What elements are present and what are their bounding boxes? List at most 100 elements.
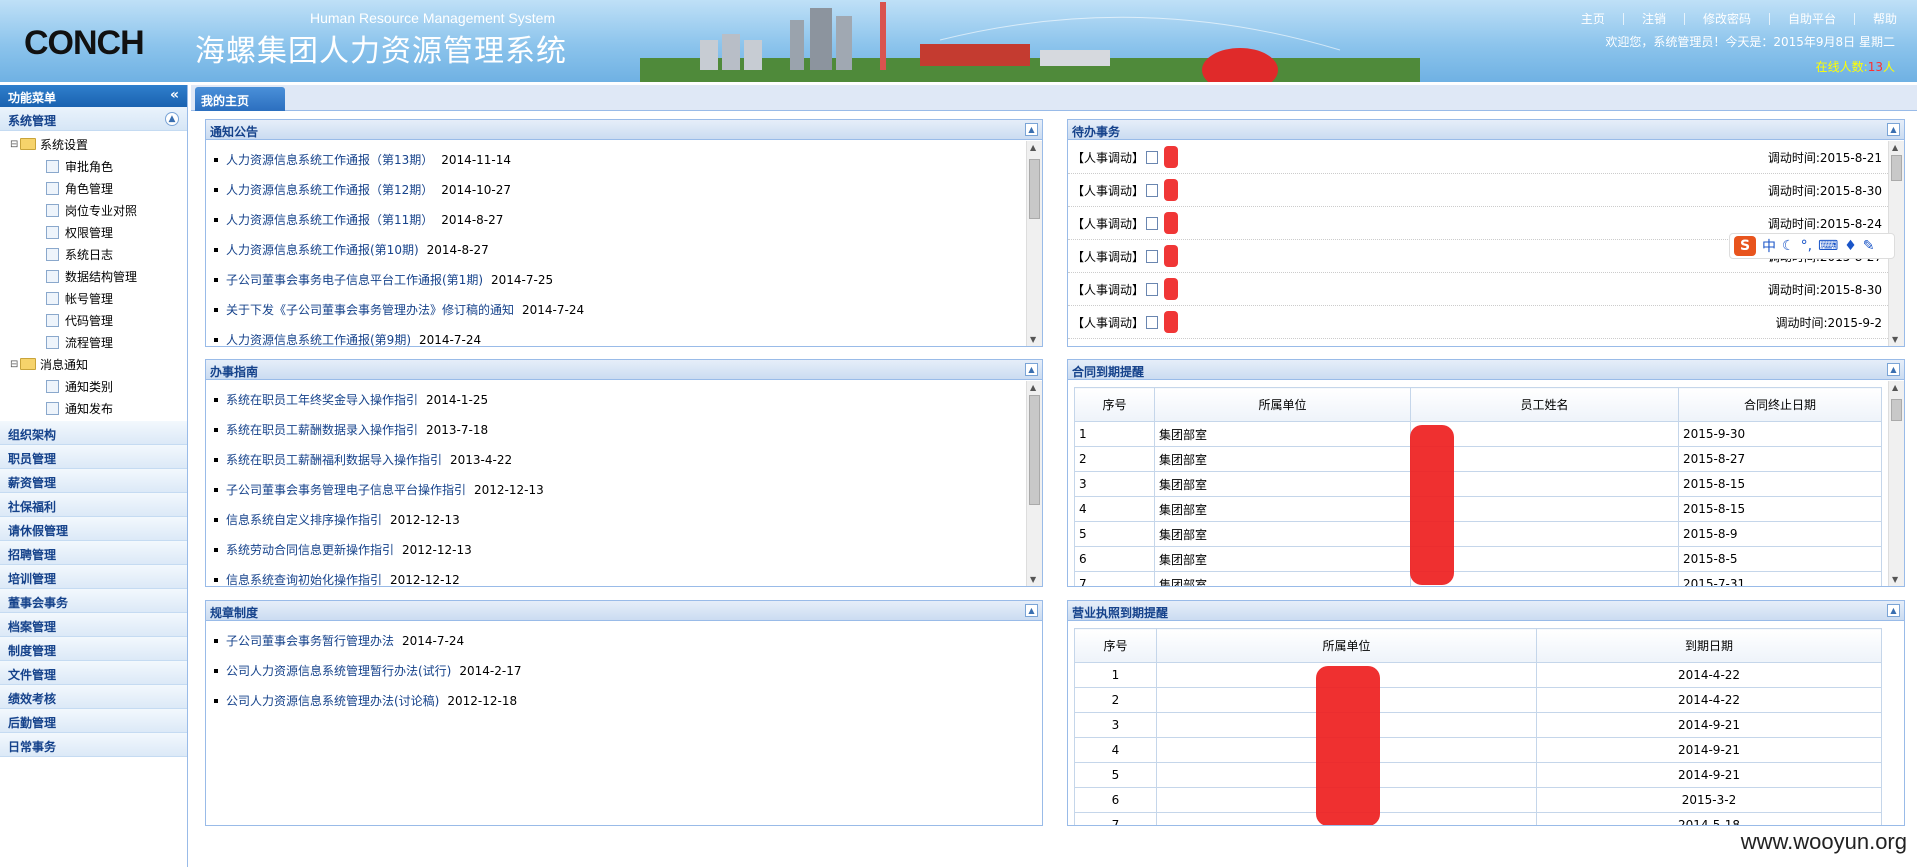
sidebar-section[interactable]: 职员管理 bbox=[0, 445, 187, 469]
sidebar-section[interactable]: 培训管理 bbox=[0, 565, 187, 589]
scroll-down-icon[interactable]: ▼ bbox=[1030, 575, 1036, 584]
sidebar-section[interactable]: 薪资管理 bbox=[0, 469, 187, 493]
table-row[interactable]: 1 集团部室 2015-9-30 bbox=[1074, 421, 1882, 447]
collapse-sidebar-icon[interactable]: « bbox=[170, 87, 179, 103]
todo-row[interactable]: 【人事调动】 调动时间:2015-8-30 bbox=[1068, 273, 1904, 306]
tree-folder-settings[interactable]: ⊟ 系统设置 bbox=[6, 133, 187, 155]
keyboard-icon[interactable]: ⌨ bbox=[1818, 238, 1838, 254]
scroll-up-icon[interactable]: ▲ bbox=[1892, 383, 1898, 392]
table-row[interactable]: 7 集团部室 2015-7-31 bbox=[1074, 571, 1882, 586]
table-row[interactable]: 6 2015-3-2 bbox=[1074, 787, 1882, 813]
table-row[interactable]: 3 集团部室 2015-8-15 bbox=[1074, 471, 1882, 497]
table-row[interactable]: 3 2014-9-21 bbox=[1074, 712, 1882, 738]
home-link[interactable]: 主页 bbox=[1581, 10, 1605, 27]
todo-row[interactable]: 【人事调动】 调动时间:2015-9-2 bbox=[1068, 306, 1904, 339]
collapse-panel-icon[interactable]: ▲ bbox=[1025, 363, 1038, 376]
sidebar-section[interactable]: 社保福利 bbox=[0, 493, 187, 517]
panel-header: 办事指南 ▲ bbox=[206, 360, 1042, 380]
table-row[interactable]: 4 2014-9-21 bbox=[1074, 737, 1882, 763]
todo-row[interactable]: 【人事调动】 调动时间:2015-8-30 bbox=[1068, 174, 1904, 207]
collapse-panel-icon[interactable]: ▲ bbox=[1887, 604, 1900, 617]
list-item[interactable]: 子公司董事会事务管理电子信息平台操作指引 2012-12-13 bbox=[212, 475, 1042, 505]
list-item[interactable]: 人力资源信息系统工作通报(第10期) 2014-8-27 bbox=[212, 235, 1042, 265]
tree-item[interactable]: 代码管理 bbox=[6, 309, 187, 331]
scroll-down-icon[interactable]: ▼ bbox=[1892, 575, 1898, 584]
tree-item[interactable]: 系统日志 bbox=[6, 243, 187, 265]
scroll-up-icon[interactable]: ▲ bbox=[1030, 383, 1036, 392]
list-item[interactable]: 公司人力资源信息系统管理暂行办法(试行) 2014-2-17 bbox=[212, 656, 1042, 686]
sidebar-section-system[interactable]: 系统管理 ▲ bbox=[0, 107, 187, 131]
tree-toggle-icon[interactable]: ⊟ bbox=[10, 139, 20, 150]
tree-item[interactable]: 流程管理 bbox=[6, 331, 187, 353]
moon-icon[interactable]: ☾ bbox=[1782, 238, 1795, 254]
help-link[interactable]: 帮助 bbox=[1873, 10, 1897, 27]
list-item[interactable]: 信息系统查询初始化操作指引 2012-12-12 bbox=[212, 565, 1042, 586]
change-password-link[interactable]: 修改密码 bbox=[1703, 10, 1751, 27]
sidebar-section[interactable]: 后勤管理 bbox=[0, 709, 187, 733]
list-item[interactable]: 信息系统自定义排序操作指引 2012-12-13 bbox=[212, 505, 1042, 535]
list-item[interactable]: 人力资源信息系统工作通报（第12期） 2014-10-27 bbox=[212, 175, 1042, 205]
sidebar-section[interactable]: 文件管理 bbox=[0, 661, 187, 685]
sidebar-section[interactable]: 档案管理 bbox=[0, 613, 187, 637]
scrollbar[interactable]: ▲ ▼ bbox=[1026, 381, 1042, 586]
list-item[interactable]: 系统劳动合同信息更新操作指引 2012-12-13 bbox=[212, 535, 1042, 565]
table-row[interactable]: 2 集团部室 2015-8-27 bbox=[1074, 446, 1882, 472]
todo-row[interactable]: 【人事调动】 调动时间:2015-8-21 bbox=[1068, 141, 1904, 174]
tree-item[interactable]: 岗位专业对照 bbox=[6, 199, 187, 221]
tree-item[interactable]: 数据结构管理 bbox=[6, 265, 187, 287]
scrollbar[interactable]: ▲ ▼ bbox=[1888, 381, 1904, 586]
list-item[interactable]: 子公司董事会事务电子信息平台工作通报(第1期) 2014-7-25 bbox=[212, 265, 1042, 295]
tab-home[interactable]: 我的主页 bbox=[195, 87, 285, 111]
list-item[interactable]: 关于下发《子公司董事会事务管理办法》修订稿的通知 2014-7-24 bbox=[212, 295, 1042, 325]
sidebar-section[interactable]: 绩效考核 bbox=[0, 685, 187, 709]
sidebar-section[interactable]: 日常事务 bbox=[0, 733, 187, 757]
tree-item[interactable]: 角色管理 bbox=[6, 177, 187, 199]
sidebar-section[interactable]: 组织架构 bbox=[0, 421, 187, 445]
list-item[interactable]: 人力资源信息系统工作通报(第9期) 2014-7-24 bbox=[212, 325, 1042, 346]
collapse-panel-icon[interactable]: ▲ bbox=[1025, 123, 1038, 136]
tree-toggle-icon[interactable]: ⊟ bbox=[10, 359, 20, 370]
list-item[interactable]: 人力资源信息系统工作通报（第11期） 2014-8-27 bbox=[212, 205, 1042, 235]
tree-item[interactable]: 通知发布 bbox=[6, 397, 187, 419]
tools-icon[interactable]: ✎ bbox=[1863, 238, 1875, 254]
table-row[interactable]: 1 2014-4-22 bbox=[1074, 662, 1882, 688]
table-row[interactable]: 4 集团部室 2015-8-15 bbox=[1074, 496, 1882, 522]
sidebar-section[interactable]: 制度管理 bbox=[0, 637, 187, 661]
punctuation-icon[interactable]: °, bbox=[1801, 238, 1812, 254]
rules-list: 子公司董事会事务暂行管理办法 2014-7-24 公司人力资源信息系统管理暂行办法… bbox=[206, 622, 1042, 716]
skin-icon[interactable]: ♦ bbox=[1844, 238, 1857, 254]
scroll-down-icon[interactable]: ▼ bbox=[1030, 335, 1036, 344]
list-item[interactable]: 公司人力资源信息系统管理办法(讨论稿) 2012-12-18 bbox=[212, 686, 1042, 716]
tree-item[interactable]: 权限管理 bbox=[6, 221, 187, 243]
list-item[interactable]: 子公司董事会事务暂行管理办法 2014-7-24 bbox=[212, 626, 1042, 656]
scroll-up-icon[interactable]: ▲ bbox=[1030, 143, 1036, 152]
table-row[interactable]: 7 2014-5-18 bbox=[1074, 812, 1882, 825]
scroll-up-icon[interactable]: ▲ bbox=[1892, 143, 1898, 152]
collapse-panel-icon[interactable]: ▲ bbox=[1025, 604, 1038, 617]
collapse-panel-icon[interactable]: ▲ bbox=[1887, 363, 1900, 376]
tree-folder-messages[interactable]: ⊟ 消息通知 bbox=[6, 353, 187, 375]
input-mode-indicator[interactable]: 中 bbox=[1762, 236, 1776, 256]
table-row[interactable]: 2 2014-4-22 bbox=[1074, 687, 1882, 713]
scrollbar[interactable]: ▲ ▼ bbox=[1026, 141, 1042, 346]
table-row[interactable]: 6 集团部室 2015-8-5 bbox=[1074, 546, 1882, 572]
list-item[interactable]: 系统在职员工薪酬数据录入操作指引 2013-7-18 bbox=[212, 415, 1042, 445]
table-row[interactable]: 5 集团部室 2015-8-9 bbox=[1074, 521, 1882, 547]
ime-toolbar[interactable]: S 中 ☾ °, ⌨ ♦ ✎ bbox=[1729, 233, 1895, 259]
logout-link[interactable]: 注销 bbox=[1642, 10, 1666, 27]
sidebar-section[interactable]: 招聘管理 bbox=[0, 541, 187, 565]
tree-item[interactable]: 帐号管理 bbox=[6, 287, 187, 309]
collapse-panel-icon[interactable]: ▲ bbox=[1887, 123, 1900, 136]
table-row[interactable]: 5 2014-9-21 bbox=[1074, 762, 1882, 788]
list-item[interactable]: 系统在职员工年终奖金导入操作指引 2014-1-25 bbox=[212, 385, 1042, 415]
collapse-section-icon[interactable]: ▲ bbox=[165, 112, 179, 126]
top-nav-links: 主页 注销 修改密码 自助平台 帮助 bbox=[1581, 10, 1897, 27]
self-service-link[interactable]: 自助平台 bbox=[1788, 10, 1836, 27]
sidebar-section[interactable]: 董事会事务 bbox=[0, 589, 187, 613]
list-item[interactable]: 人力资源信息系统工作通报（第13期） 2014-11-14 bbox=[212, 145, 1042, 175]
tree-item[interactable]: 审批角色 bbox=[6, 155, 187, 177]
list-item[interactable]: 系统在职员工薪酬福利数据导入操作指引 2013-4-22 bbox=[212, 445, 1042, 475]
scroll-down-icon[interactable]: ▼ bbox=[1892, 335, 1898, 344]
sidebar-section[interactable]: 请休假管理 bbox=[0, 517, 187, 541]
tree-item[interactable]: 通知类别 bbox=[6, 375, 187, 397]
